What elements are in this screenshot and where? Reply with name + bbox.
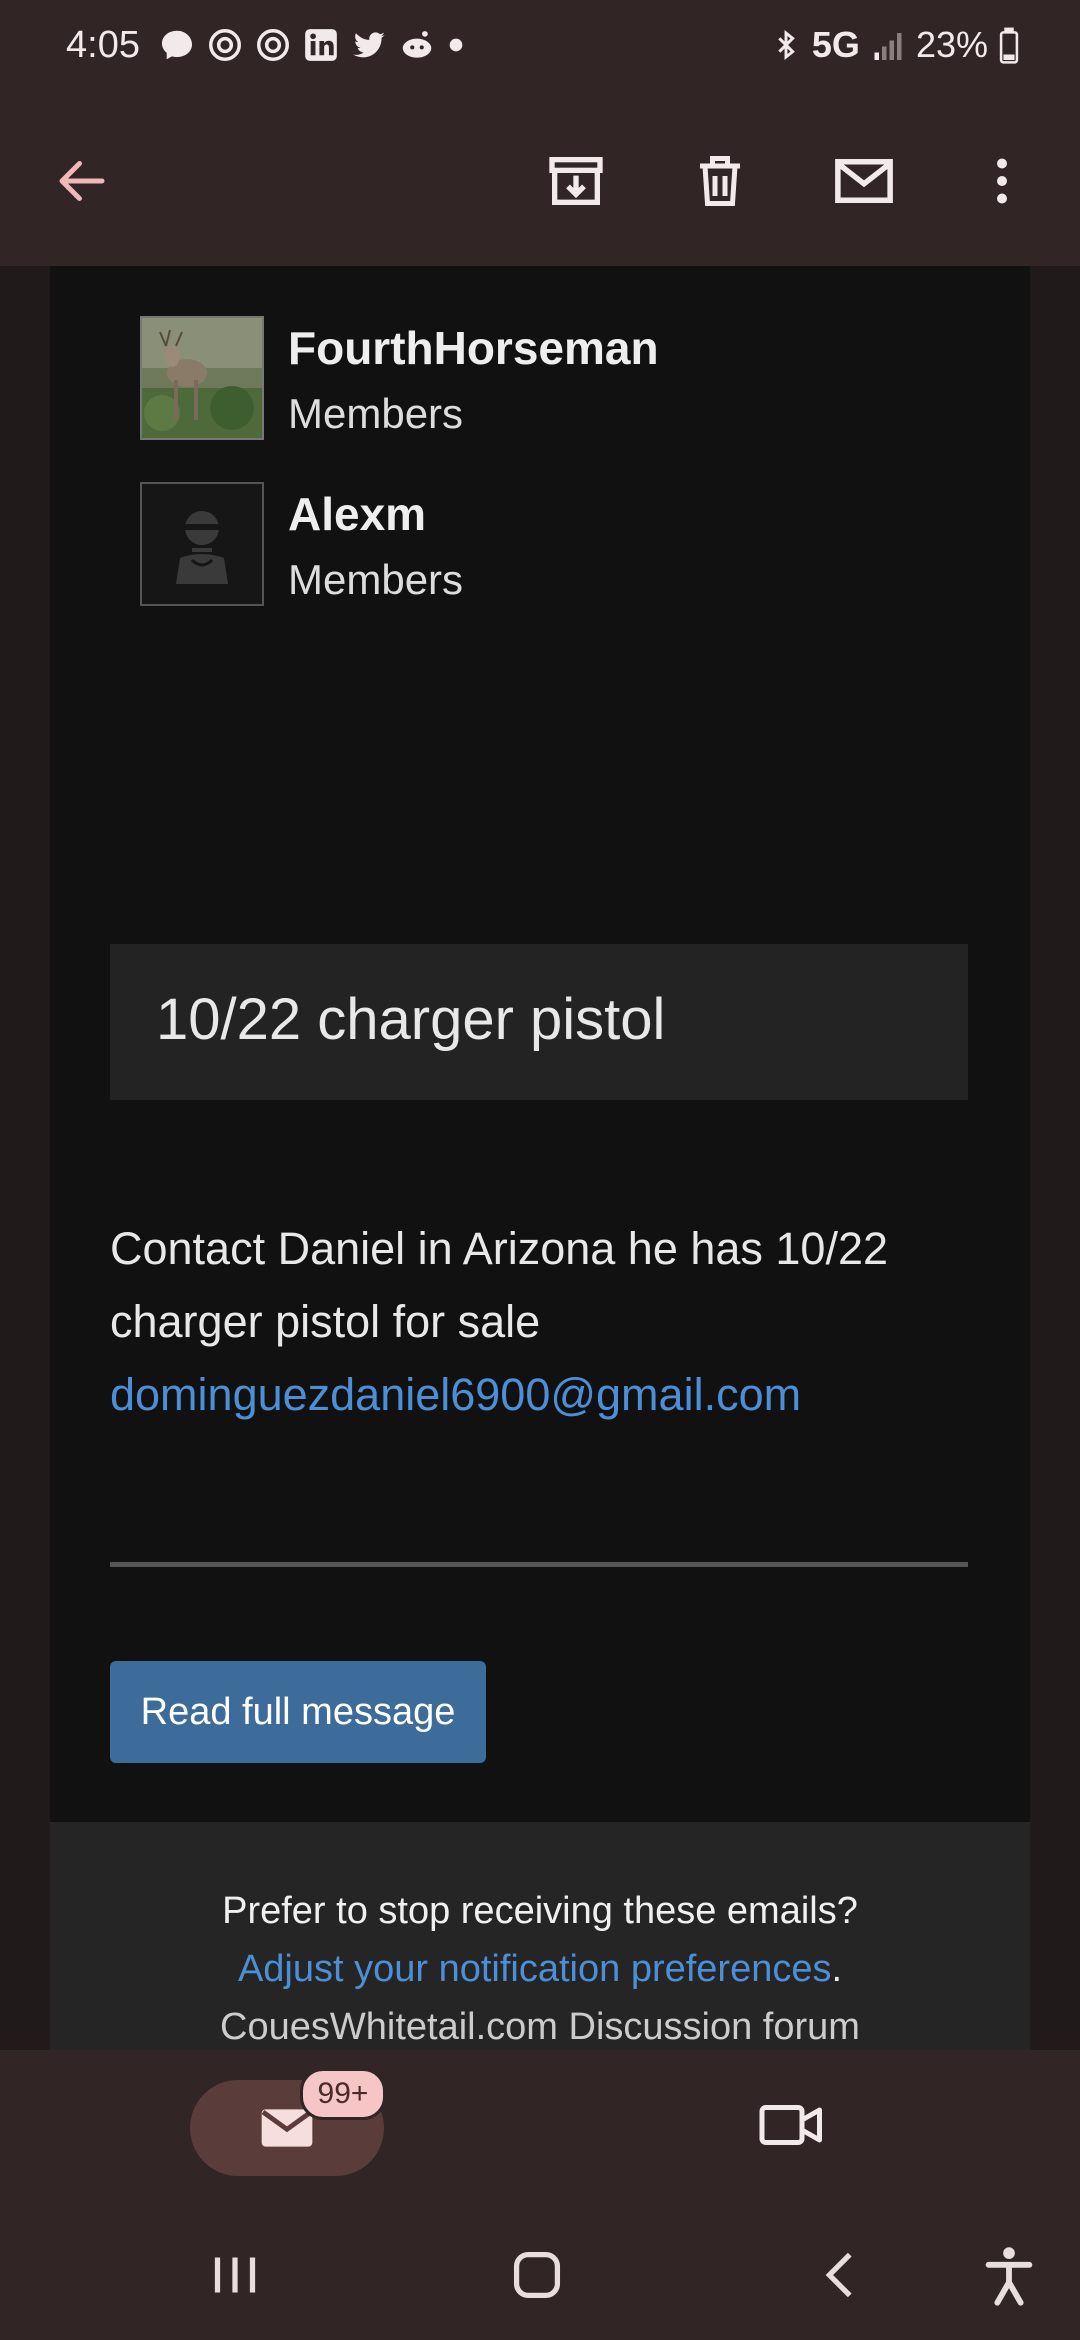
delete-button[interactable] (680, 141, 760, 221)
recents-icon (214, 2257, 256, 2293)
default-user-icon (142, 484, 262, 604)
signal-icon (874, 33, 902, 60)
email-content[interactable]: FourthHorseman Members Alexm Members 10/… (0, 266, 1080, 2050)
threads-icon (209, 29, 241, 61)
back-button[interactable] (42, 141, 122, 221)
member-role: Members (288, 556, 464, 603)
read-full-message-button[interactable]: Read full message (110, 1661, 486, 1763)
back-arrow-icon (59, 161, 105, 201)
email-card: FourthHorseman Members Alexm Members 10/… (50, 266, 1030, 1822)
app-bar (0, 96, 1080, 266)
footer-question: Prefer to stop receiving these emails? (222, 1890, 858, 1932)
bottom-nav: 99+ (0, 2050, 1080, 2240)
linkedin-icon (305, 29, 337, 61)
home-icon (513, 2251, 561, 2299)
home-button[interactable] (502, 2240, 572, 2310)
post-title: 10/22 charger pistol (156, 987, 666, 1052)
avatar (140, 482, 264, 606)
archive-icon (549, 157, 603, 205)
footer-site: CouesWhitetail.com Discussion forum (220, 2006, 860, 2048)
avatar (140, 316, 264, 440)
system-back-button[interactable] (806, 2240, 876, 2310)
mark-unread-icon (835, 159, 893, 203)
member-name: FourthHorseman (288, 322, 659, 374)
status-right: 5G 23% (770, 24, 1020, 66)
member-item[interactable]: Alexm Members (140, 482, 463, 610)
messenger-icon (161, 30, 193, 60)
more-options-button[interactable] (962, 141, 1042, 221)
post-body-text: Contact Daniel in Arizona he has 10/22 c… (110, 1223, 889, 1347)
meet-tab[interactable] (752, 2090, 832, 2160)
threads-icon (257, 29, 289, 61)
accessibility-button[interactable] (974, 2240, 1044, 2310)
bluetooth-icon (778, 29, 795, 61)
back-icon (825, 2252, 852, 2298)
battery-percent: 23% (915, 24, 988, 65)
accessibility-icon (985, 2247, 1033, 2306)
divider (110, 1562, 968, 1567)
reddit-icon (402, 31, 432, 58)
network-type: 5G (811, 24, 860, 65)
more-vert-icon (997, 158, 1007, 204)
delete-icon (700, 156, 740, 206)
archive-button[interactable] (536, 141, 616, 221)
post-title-box: 10/22 charger pistol (110, 944, 968, 1100)
member-item[interactable]: FourthHorseman Members (140, 316, 659, 444)
battery-icon (999, 27, 1019, 64)
status-bar: 4:05 5G 23% (0, 0, 1080, 96)
email-footer: Prefer to stop receiving these emails? A… (50, 1822, 1030, 2050)
recents-button[interactable] (200, 2240, 270, 2310)
dot-icon (449, 38, 463, 52)
member-role: Members (288, 390, 464, 437)
notification-icons (158, 26, 466, 64)
deer-photo-icon (142, 318, 262, 438)
mark-unread-button[interactable] (824, 141, 904, 221)
status-time: 4:05 (66, 24, 140, 66)
system-nav-bar (0, 2240, 1080, 2340)
email-link[interactable]: dominguezdaniel6900@gmail.com (110, 1369, 801, 1420)
twitter-icon (353, 32, 385, 58)
mail-badge: 99+ (300, 2068, 386, 2120)
notification-preferences-link[interactable]: Adjust your notification preferences (238, 1948, 832, 1990)
member-name: Alexm (288, 488, 427, 540)
post-body: Contact Daniel in Arizona he has 10/22 c… (110, 1212, 1010, 1431)
meet-video-icon (759, 2105, 822, 2145)
footer-period: . (831, 1948, 843, 1990)
